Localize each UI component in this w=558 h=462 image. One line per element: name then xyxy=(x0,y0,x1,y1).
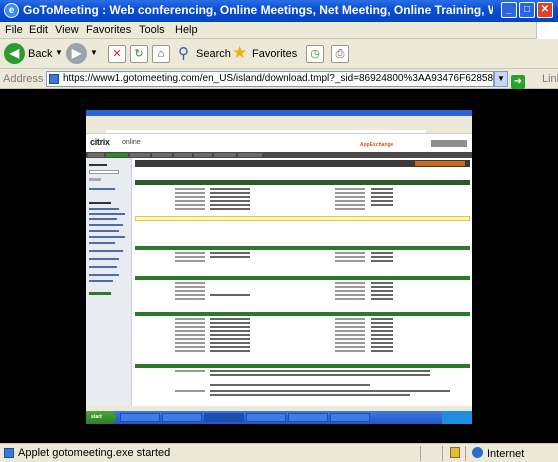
inner-tab xyxy=(88,153,104,157)
links-label[interactable]: Links xyxy=(542,73,558,85)
inner-section-bar xyxy=(135,276,470,280)
back-button-label[interactable]: Back xyxy=(28,48,52,60)
inner-record-header xyxy=(135,160,470,167)
go-button[interactable]: ➜Go xyxy=(511,71,541,103)
status-bar: Applet gotomeeting.exe started Internet xyxy=(0,443,558,462)
menu-bar: File Edit View Favorites Tools Help xyxy=(0,22,558,39)
inner-taskbar: start xyxy=(86,411,472,424)
address-dropdown-icon[interactable]: ▼ xyxy=(494,71,508,87)
address-url: https://www1.gotomeeting.com/en_US/islan… xyxy=(63,73,494,84)
browser-toolbar: ◀ Back ▼ ▶ ▼ ✕ ↻ ⌂ ⚲ Search ★ Favorites … xyxy=(0,39,558,69)
menu-help[interactable]: Help xyxy=(175,24,198,36)
zone-label: Internet xyxy=(487,448,525,460)
window-title: GoToMeeting : Web conferencing, Online M… xyxy=(23,3,493,17)
inner-tab xyxy=(152,153,172,157)
appexchange-logo: AppExchange xyxy=(360,142,394,148)
ie-logo-icon: e xyxy=(4,3,19,18)
lock-icon xyxy=(450,447,460,458)
inner-section-bar xyxy=(135,180,470,185)
search-icon[interactable]: ⚲ xyxy=(178,44,189,62)
stop-icon[interactable]: ✕ xyxy=(108,45,126,63)
favorites-button-label[interactable]: Favorites xyxy=(252,48,297,60)
close-button[interactable]: ✕ xyxy=(537,2,553,18)
status-message: Applet gotomeeting.exe started xyxy=(18,447,171,459)
menu-edit[interactable]: Edit xyxy=(29,24,48,36)
citrix-logo-suffix: online xyxy=(122,139,141,146)
citrix-logo: citrix xyxy=(90,137,110,147)
inner-system-tray xyxy=(442,411,472,424)
inner-start-button: start xyxy=(86,411,116,424)
inner-toolbar xyxy=(86,121,472,129)
search-button-label[interactable]: Search xyxy=(196,48,231,60)
home-icon[interactable]: ⌂ xyxy=(152,45,170,63)
menu-view[interactable]: View xyxy=(55,24,79,36)
page-icon xyxy=(49,74,59,84)
security-zone: Internet xyxy=(472,447,524,460)
star-icon[interactable]: ★ xyxy=(232,43,247,63)
inner-tab xyxy=(194,153,212,157)
address-bar: Address https://www1.gotomeeting.com/en_… xyxy=(0,69,558,103)
windows-logo-icon xyxy=(536,22,558,39)
address-input[interactable]: https://www1.gotomeeting.com/en_US/islan… xyxy=(46,71,494,87)
globe-icon xyxy=(472,447,483,458)
inner-tab xyxy=(130,153,150,157)
app-switcher xyxy=(431,140,467,147)
inner-tab xyxy=(214,153,236,157)
maximize-button[interactable]: □ xyxy=(519,2,535,18)
applet-icon xyxy=(4,448,14,458)
forward-dropdown-icon[interactable]: ▼ xyxy=(90,48,98,57)
inner-sidebar xyxy=(86,158,132,411)
menu-file[interactable]: File xyxy=(5,24,23,36)
minimize-button[interactable]: _ xyxy=(501,2,517,18)
embedded-screenshot: citrix online AppExchange start xyxy=(86,110,472,424)
history-icon[interactable]: ◷ xyxy=(306,45,324,63)
inner-tab xyxy=(174,153,192,157)
inner-brand-header: citrix online AppExchange xyxy=(86,134,472,152)
inner-section-bar xyxy=(135,246,470,250)
inner-alert xyxy=(135,216,470,221)
menu-tools[interactable]: Tools xyxy=(139,24,165,36)
inner-section-bar xyxy=(135,312,470,316)
inner-tab xyxy=(238,153,262,157)
go-arrow-icon: ➜ xyxy=(511,75,525,89)
inner-main xyxy=(133,158,472,411)
forward-arrow-icon[interactable]: ▶ xyxy=(66,43,87,64)
inner-section-bar xyxy=(135,364,470,368)
menu-favorites[interactable]: Favorites xyxy=(86,24,131,36)
print-icon[interactable]: ⎙ xyxy=(331,45,349,63)
refresh-icon[interactable]: ↻ xyxy=(130,45,148,63)
inner-tab-active xyxy=(106,153,128,157)
back-dropdown-icon[interactable]: ▼ xyxy=(55,48,63,57)
window-titlebar[interactable]: e GoToMeeting : Web conferencing, Online… xyxy=(0,0,558,22)
back-arrow-icon[interactable]: ◀ xyxy=(4,43,25,64)
address-label: Address xyxy=(3,73,44,85)
